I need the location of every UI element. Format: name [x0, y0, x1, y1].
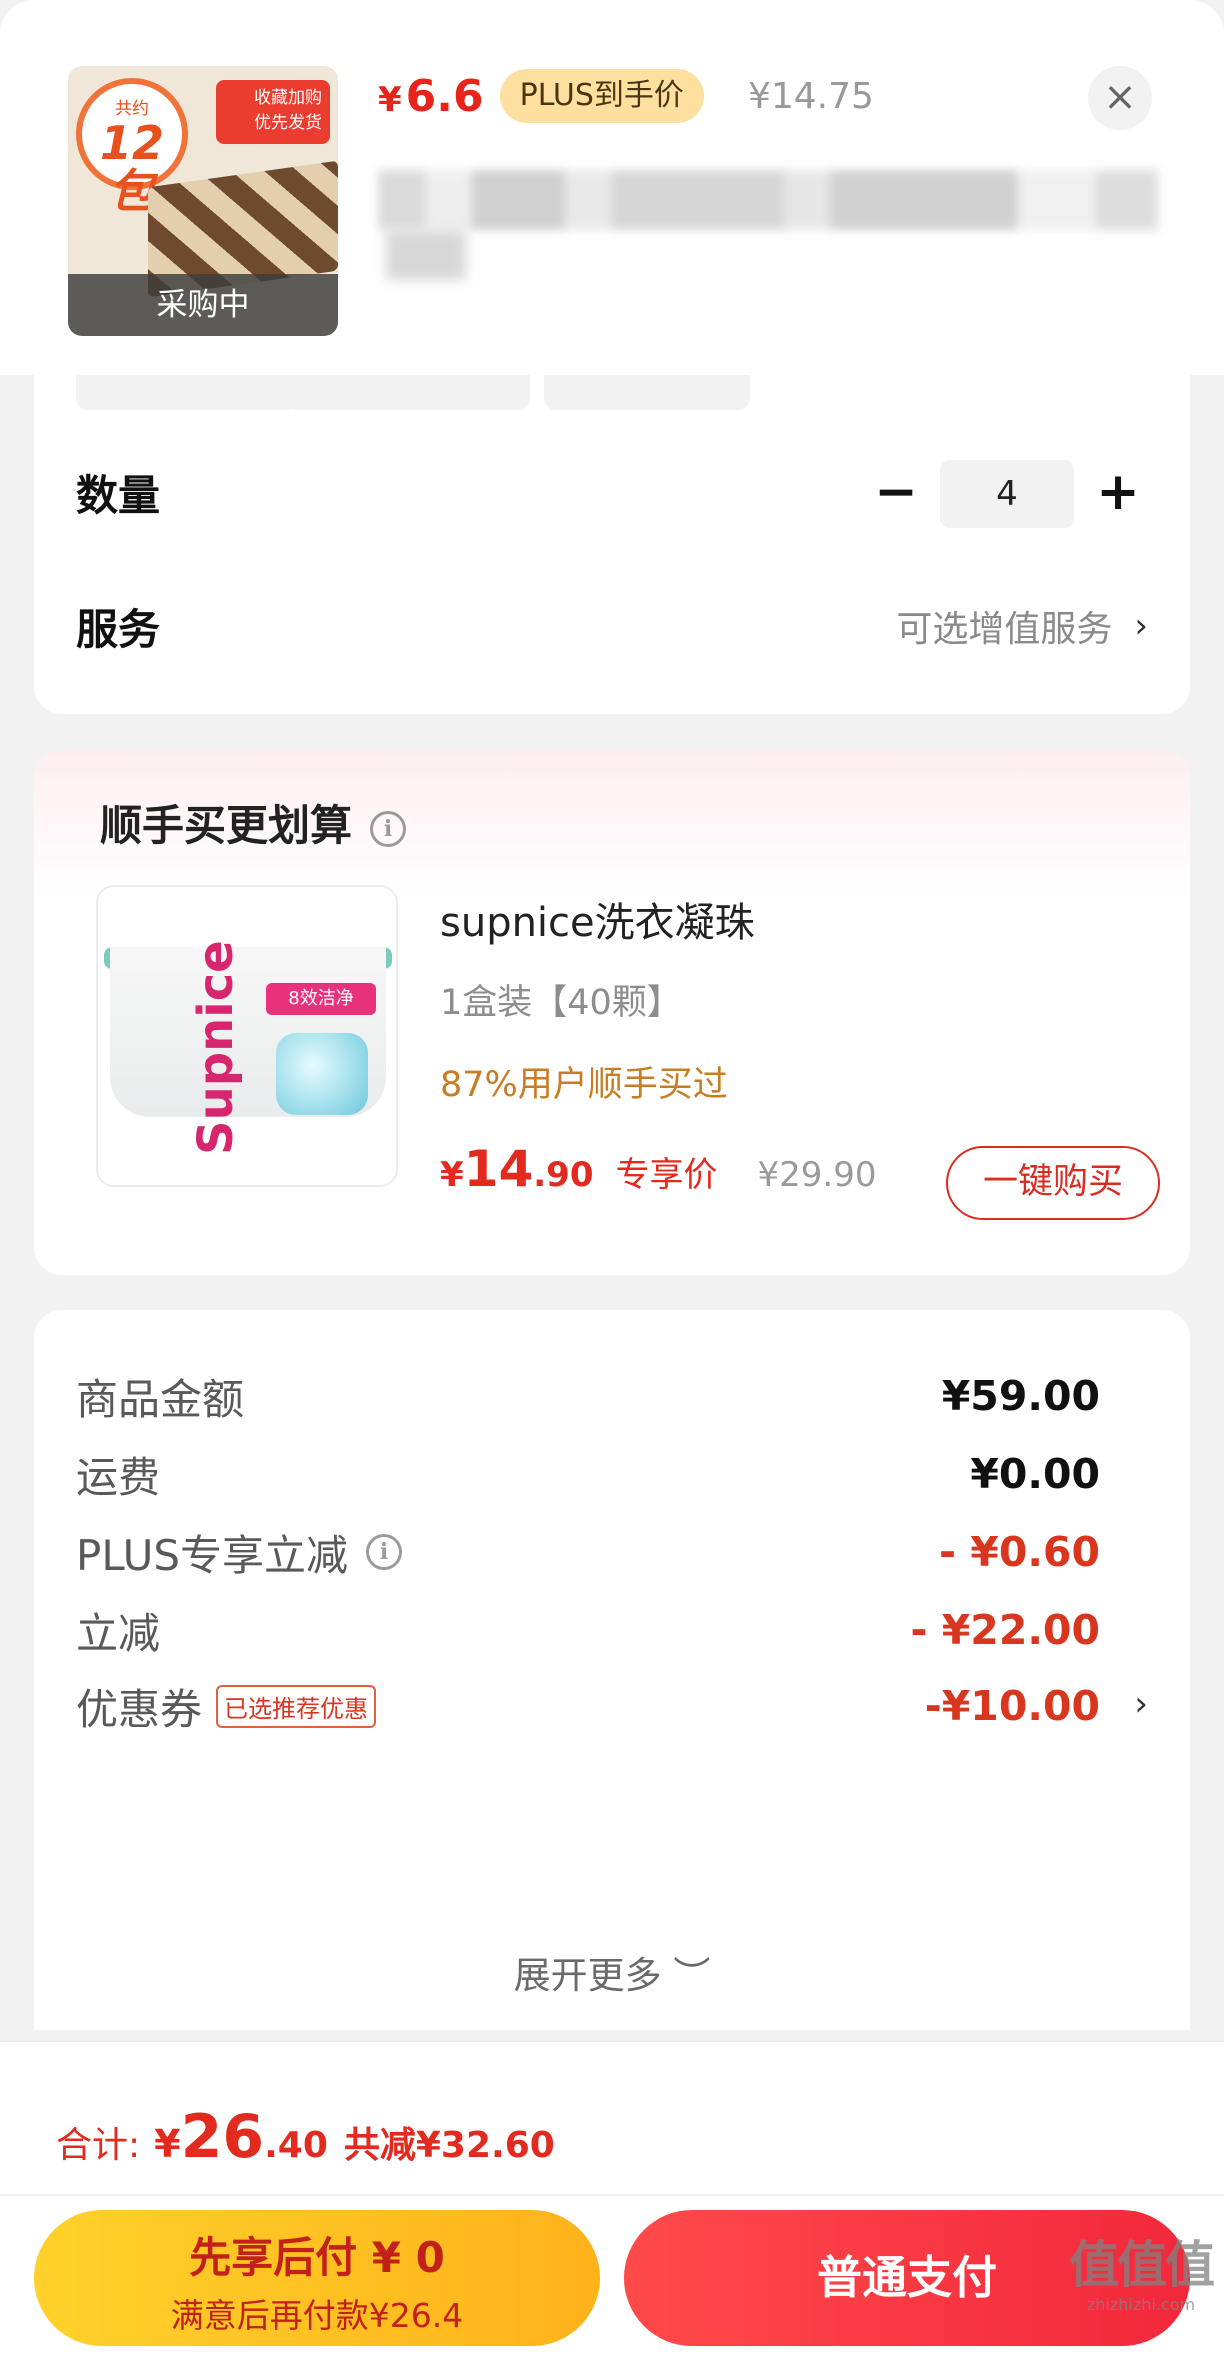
divider — [0, 2194, 1224, 2196]
line-item-label: 商品金额 — [76, 1374, 245, 1424]
addon-product-image[interactable]: Supnice 8效洁净 — [96, 885, 398, 1187]
line-item-value: -¥10.00 — [924, 1682, 1100, 1730]
line-item-shipping: 运费 ¥0.00 — [76, 1444, 1100, 1504]
product-feature-tag: 8效洁净 — [266, 983, 376, 1015]
addon-price-dec: .90 — [533, 1155, 594, 1195]
exclusive-price-label: 专享价 — [615, 1155, 718, 1195]
plus-discount-label: PLUS专享立减 — [76, 1530, 349, 1580]
minus-icon[interactable]: − — [866, 462, 926, 526]
line-item-label: 立减 — [76, 1608, 161, 1658]
close-icon[interactable]: × — [1088, 66, 1152, 130]
line-item-value: ¥59.00 — [941, 1372, 1100, 1420]
pay-later-subtitle: 满意后再付款¥26.4 — [170, 2296, 464, 2335]
plus-price-tag: PLUS到手价 — [499, 69, 704, 123]
one-click-buy-button[interactable]: 一键购买 — [946, 1146, 1160, 1220]
order-total: 合计: ¥ 26 .40 共减¥32.60 — [56, 2102, 555, 2172]
blurred-product-title — [378, 170, 1158, 230]
blurred-product-subtitle — [386, 230, 466, 280]
price-breakdown-card: 商品金额 ¥59.00 运费 ¥0.00 PLUS专享立减 i - ¥0.60 立… — [34, 1310, 1190, 2030]
addon-section-title: 顺手买更划算 i — [100, 792, 407, 853]
price-line: ¥6.6 PLUS到手价 ¥14.75 — [378, 66, 874, 126]
line-item-plus-discount: PLUS专享立减 i - ¥0.60 — [76, 1522, 1100, 1582]
promo-banner: 收藏加购 优先发货 — [216, 80, 330, 144]
plus-icon[interactable]: + — [1088, 462, 1148, 526]
pay-later-button[interactable]: 先享后付 ¥ 0 满意后再付款¥26.4 — [34, 2210, 600, 2346]
current-price: ¥6.6 — [378, 71, 484, 122]
addon-product-spec: 1盒装【40颗】 — [440, 983, 682, 1023]
chevron-right-icon: › — [1134, 606, 1148, 646]
addon-popularity: 87%用户顺手买过 — [440, 1065, 728, 1105]
line-item-subtotal: 商品金额 ¥59.00 — [76, 1366, 1100, 1426]
watermark-url: zhizhizhi.com — [1086, 2295, 1196, 2314]
pack-count-badge: 共约 12包 — [76, 78, 188, 215]
expand-more-button[interactable]: 展开更多 ︶ — [34, 1945, 1190, 1999]
line-item-value: - ¥0.60 — [939, 1528, 1100, 1576]
addon-product-name[interactable]: supnice洗衣凝珠 — [440, 890, 755, 948]
options-card: 数量 − 4 + 服务 可选增值服务 › — [34, 330, 1190, 714]
line-item-value: ¥0.00 — [970, 1450, 1100, 1498]
original-price: ¥14.75 — [747, 75, 874, 117]
laundry-pod-graphic — [276, 1033, 368, 1115]
addon-title-text: 顺手买更划算 — [100, 801, 353, 850]
current-price-value: 6.6 — [405, 70, 484, 122]
addon-price: ¥14.90 — [440, 1140, 594, 1198]
site-watermark: 值值值 zhizhizhi.com — [1066, 2225, 1216, 2314]
line-item-label: 运费 — [76, 1452, 161, 1502]
checkout-bar: 合计: ¥ 26 .40 共减¥32.60 先享后付 ¥ 0 满意后再付款¥26… — [0, 2040, 1224, 2357]
purchase-status: 采购中 — [68, 274, 338, 336]
checkout-sheet: 共约 12包 收藏加购 优先发货 采购中 ¥6.6 PLUS到手价 ¥14.75… — [0, 0, 1224, 2357]
total-amount-dec: .40 — [264, 2125, 328, 2166]
value-added-service-link[interactable]: 可选增值服务 › — [896, 600, 1148, 652]
quantity-input[interactable]: 4 — [940, 460, 1074, 528]
total-amount-int: 26 — [180, 2102, 265, 2172]
product-thumbnail: 共约 12包 收藏加购 优先发货 采购中 — [68, 66, 338, 336]
coupon-selected-badge: 已选推荐优惠 — [216, 1684, 377, 1728]
currency-symbol: ¥ — [440, 1155, 464, 1195]
watermark-logo: 值值值 — [1069, 2236, 1215, 2294]
quantity-label: 数量 — [76, 471, 161, 520]
total-label: 合计: — [56, 2125, 141, 2166]
line-item-instant-discount: 立减 - ¥22.00 — [76, 1600, 1100, 1660]
currency-symbol: ¥ — [378, 79, 402, 120]
coupon-label: 优惠券 — [76, 1684, 203, 1734]
info-icon[interactable]: i — [366, 1534, 403, 1570]
product-header: 共约 12包 收藏加购 优先发货 采购中 ¥6.6 PLUS到手价 ¥14.75… — [0, 0, 1224, 375]
chevron-right-icon[interactable]: › — [1134, 1684, 1148, 1724]
line-item-value: - ¥22.00 — [910, 1606, 1100, 1654]
service-link-label: 可选增值服务 — [896, 609, 1113, 650]
info-icon[interactable]: i — [370, 810, 407, 847]
line-item-label: PLUS专享立减 i — [76, 1522, 403, 1583]
addon-original-price: ¥29.90 — [757, 1155, 877, 1195]
addon-price-int: 14 — [463, 1140, 534, 1198]
line-item-label: 优惠券 已选推荐优惠 — [76, 1676, 377, 1737]
line-item-coupon[interactable]: 优惠券 已选推荐优惠 -¥10.00 — [76, 1676, 1100, 1736]
service-label: 服务 — [76, 605, 161, 654]
total-savings: 共减¥32.60 — [343, 2125, 555, 2166]
brand-logo: Supnice — [188, 940, 244, 1155]
addon-price-row: ¥14.90 专享价 ¥29.90 — [440, 1140, 876, 1198]
currency-symbol: ¥ — [154, 2122, 181, 2166]
pay-later-title: 先享后付 ¥ 0 — [189, 2233, 445, 2282]
quantity-stepper: − 4 + — [866, 460, 1148, 528]
addon-card: 顺手买更划算 i Supnice 8效洁净 supnice洗衣凝珠 1盒装【40颗… — [34, 750, 1190, 1275]
